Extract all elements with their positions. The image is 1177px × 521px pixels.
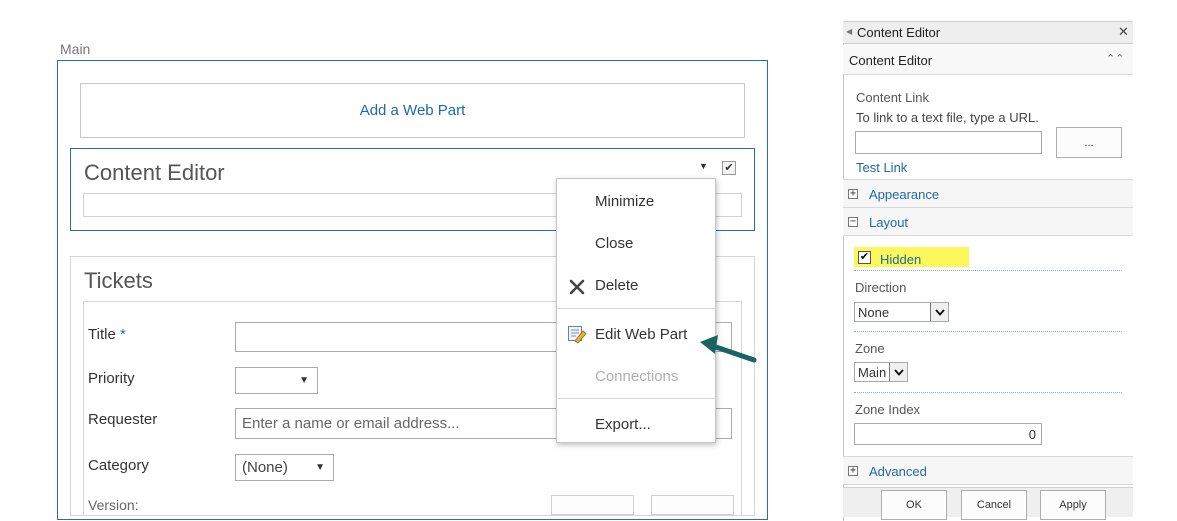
menu-separator bbox=[558, 398, 715, 399]
delete-icon bbox=[569, 279, 585, 295]
chevron-down-icon: ▼ bbox=[315, 462, 325, 473]
priority-label: Priority bbox=[88, 370, 135, 387]
menu-item-connections: Connections bbox=[595, 368, 679, 385]
close-icon[interactable]: ✕ bbox=[1118, 24, 1129, 40]
chevron-down-icon: ▼ bbox=[299, 375, 309, 386]
chevron-down-icon bbox=[930, 303, 948, 321]
web-part-context-menu: Minimize Close Delete Edit Web Part Conn… bbox=[556, 178, 716, 443]
apply-button[interactable]: Apply bbox=[1040, 490, 1106, 520]
zone-label: Zone bbox=[855, 341, 885, 356]
add-web-part-link[interactable]: Add a Web Part bbox=[80, 83, 745, 138]
divider bbox=[854, 270, 1122, 271]
collapse-icon[interactable]: − bbox=[848, 217, 858, 227]
category-value: (None) bbox=[242, 459, 288, 476]
tickets-title: Tickets bbox=[84, 268, 153, 293]
menu-item-export[interactable]: Export... bbox=[595, 416, 651, 433]
pointer-arrow-icon bbox=[700, 335, 757, 363]
direction-select[interactable]: None bbox=[854, 302, 949, 322]
zone-index-label: Zone Index bbox=[855, 402, 921, 417]
menu-item-minimize[interactable]: Minimize bbox=[595, 193, 654, 210]
content-link-label: Content Link bbox=[856, 90, 929, 105]
test-link[interactable]: Test Link bbox=[856, 160, 907, 175]
direction-label: Direction bbox=[855, 280, 907, 295]
tool-pane-subtitle: Content Editor bbox=[849, 53, 933, 68]
expand-icon[interactable]: + bbox=[848, 466, 858, 476]
priority-select[interactable]: ▼ bbox=[235, 367, 318, 394]
appearance-section-toggle[interactable]: Appearance bbox=[869, 187, 939, 202]
zone-index-input[interactable]: 0 bbox=[854, 423, 1042, 445]
cancel-button-partial[interactable] bbox=[651, 495, 734, 515]
layout-section-toggle[interactable]: Layout bbox=[869, 215, 908, 230]
requester-label: Requester bbox=[88, 411, 158, 428]
collapse-arrow-icon[interactable]: ◀ bbox=[846, 27, 852, 36]
advanced-section-toggle[interactable]: Advanced bbox=[869, 464, 927, 479]
hidden-label[interactable]: Hidden bbox=[880, 252, 921, 267]
cancel-button[interactable]: Cancel bbox=[961, 490, 1027, 520]
web-part-select-checkbox[interactable]: ✔ bbox=[722, 161, 736, 175]
menu-item-delete[interactable]: Delete bbox=[595, 277, 638, 294]
chevron-down-icon bbox=[889, 363, 907, 381]
category-select[interactable]: (None) ▼ bbox=[235, 454, 334, 481]
menu-separator bbox=[558, 308, 715, 309]
save-button-partial[interactable] bbox=[551, 495, 634, 515]
hidden-checkbox[interactable]: ✔ bbox=[858, 251, 871, 264]
collapse-section-icon[interactable]: ⌃⌃ bbox=[1106, 52, 1124, 65]
content-editor-title: Content Editor bbox=[84, 160, 225, 185]
tool-pane-title: Content Editor bbox=[857, 25, 941, 40]
content-link-input[interactable] bbox=[855, 131, 1042, 154]
browse-button[interactable]: ... bbox=[1056, 127, 1122, 158]
direction-value: None bbox=[858, 304, 890, 320]
title-field-label: Title * bbox=[88, 326, 126, 343]
title-label-text: Title bbox=[88, 326, 116, 343]
expand-icon[interactable]: + bbox=[848, 189, 858, 199]
divider bbox=[854, 392, 1122, 393]
divider bbox=[854, 331, 1122, 332]
ok-button[interactable]: OK bbox=[881, 490, 947, 520]
zone-select[interactable]: Main bbox=[854, 362, 908, 382]
zone-title: Main bbox=[60, 41, 91, 57]
content-link-help: To link to a text file, type a URL. bbox=[856, 110, 1039, 125]
menu-item-edit-web-part[interactable]: Edit Web Part bbox=[595, 326, 687, 343]
required-marker: * bbox=[119, 326, 126, 343]
zone-value: Main bbox=[858, 364, 887, 380]
menu-item-close[interactable]: Close bbox=[595, 235, 633, 252]
web-part-menu-icon[interactable]: ▼ bbox=[699, 161, 708, 171]
edit-web-part-icon bbox=[568, 326, 587, 344]
category-label: Category bbox=[88, 457, 149, 474]
